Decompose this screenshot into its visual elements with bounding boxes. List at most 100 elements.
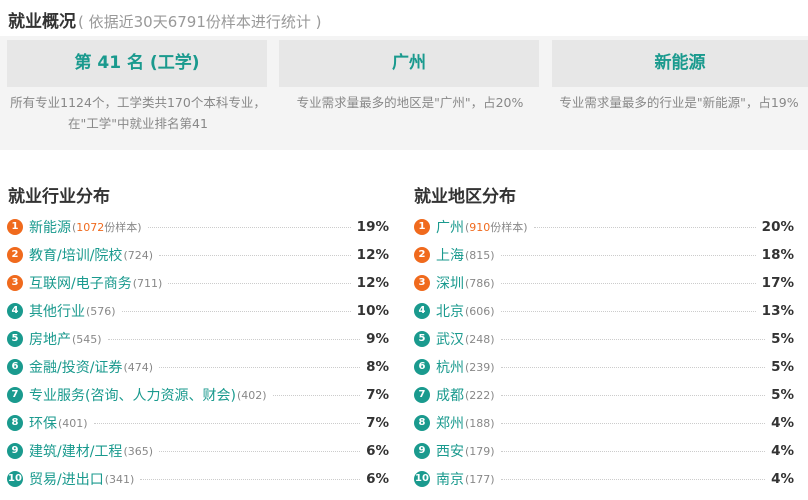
summary-panel: 第 41 名 (工学) 广州 新能源 所有专业1124个，工学类共170个本科专… [0,36,808,150]
region-item: 1 广州 (910份样本) 20% [414,213,794,241]
rank-badge: 5 [7,331,23,347]
region-name-link[interactable]: 武汉 [436,329,464,349]
region-name-link[interactable]: 北京 [436,301,464,321]
industry-item: 1 新能源 (1072份样本) 19% [7,213,389,241]
region-item: 4 北京 (606) 13% [414,297,794,325]
sample-count: (724) [123,248,154,262]
industry-item: 3 互联网/电子商务 (711) 12% [7,269,389,297]
region-name-link[interactable]: 郑州 [436,413,464,433]
rank-badge: 6 [414,359,430,375]
industry-item: 6 金融/投资/证券 (474) 8% [7,353,389,381]
dotted-leader [168,282,351,284]
sample-count: (401) [58,416,88,430]
dotted-leader [500,282,756,284]
rank-badge: 9 [7,443,23,459]
region-item: 5 武汉 (248) 5% [414,325,794,353]
sample-count: (786) [465,276,495,290]
sample-count: (402) [236,388,267,402]
sample-count: (179) [465,444,495,458]
dotted-leader [500,450,766,452]
percentage: 13% [761,303,794,319]
percentage: 6% [366,471,389,487]
region-name-link[interactable]: 成都 [436,385,464,405]
sample-count: (576) [86,304,116,318]
industry-name-link[interactable]: 新能源 [29,217,71,237]
industry-list: 1 新能源 (1072份样本) 19% 2 教育/培训/院校 (724) 12% 3 互联网/电子… [7,213,389,493]
summary-card-rank: 第 41 名 (工学) [7,40,267,87]
rank-badge: 2 [414,247,430,263]
industry-name-link[interactable]: 金融/投资/证券 [29,357,122,377]
region-item: 6 杭州 (239) 5% [414,353,794,381]
sample-count: (365) [123,444,154,458]
dotted-leader [500,338,766,340]
industry-item: 2 教育/培训/院校 (724) 12% [7,241,389,269]
industry-name-link[interactable]: 贸易/进出口 [29,469,104,489]
sample-count: (239) [465,360,495,374]
dotted-leader [500,366,766,368]
sample-count-number: 1072 [76,221,105,234]
region-name-link[interactable]: 广州 [436,217,464,237]
sample-count: (545) [72,332,102,346]
industry-name-link[interactable]: 互联网/电子商务 [29,273,132,293]
industry-name-link[interactable]: 其他行业 [29,301,85,321]
region-name-link[interactable]: 西安 [436,441,464,461]
dotted-leader [140,478,361,480]
industry-name-link[interactable]: 建筑/建材/工程 [29,441,122,461]
percentage: 5% [771,359,794,375]
rank-badge: 3 [414,275,430,291]
summary-desc-region: 专业需求量最多的地区是"广州"，占20% [296,95,524,110]
percentage: 8% [366,359,389,375]
region-item: 8 郑州 (188) 4% [414,409,794,437]
region-name-link[interactable]: 杭州 [436,357,464,377]
dotted-leader [500,310,756,312]
percentage: 20% [761,219,794,235]
industry-name-link[interactable]: 环保 [29,413,57,433]
dotted-leader [93,422,361,424]
rank-badge: 10 [414,471,430,487]
industry-item: 5 房地产 (545) 9% [7,325,389,353]
industry-item: 8 环保 (401) 7% [7,409,389,437]
rank-badge: 5 [414,331,430,347]
percentage: 4% [771,471,794,487]
percentage: 17% [761,275,794,291]
region-item: 3 深圳 (786) 17% [414,269,794,297]
rank-badge: 3 [7,275,23,291]
sample-count-suffix: 份样本 [490,221,524,234]
summary-desc-industry: 专业需求量最多的行业是"新能源"，占19% [559,95,799,110]
rank-badge: 8 [7,415,23,431]
industry-name-link[interactable]: 教育/培训/院校 [29,245,122,265]
industry-name-link[interactable]: 专业服务(咨询、人力资源、财会) [29,385,236,405]
industry-name-link[interactable]: 房地产 [29,329,71,349]
percentage: 5% [771,387,794,403]
industry-item: 10 贸易/进出口 (341) 6% [7,465,389,493]
rank-badge: 7 [7,387,23,403]
region-name-link[interactable]: 深圳 [436,273,464,293]
rank-badge: 7 [414,387,430,403]
region-item: 7 成都 (222) 5% [414,381,794,409]
sample-count: (341) [104,472,135,486]
region-name-link[interactable]: 南京 [436,469,464,489]
sample-count: (177) [465,472,495,486]
rank-badge: 9 [414,443,430,459]
page-title: 就业概况 [8,12,76,32]
sample-count: (188) [465,416,495,430]
sample-count: (1072份样本) [72,221,142,234]
dotted-leader [500,422,766,424]
percentage: 9% [366,331,389,347]
dotted-leader [147,226,351,228]
dotted-leader [500,478,766,480]
sample-count-suffix: 份样本 [104,221,138,234]
rank-badge: 2 [7,247,23,263]
sample-count: (222) [465,388,495,402]
region-name-link[interactable]: 上海 [436,245,464,265]
dotted-leader [107,338,361,340]
rank-badge: 6 [7,359,23,375]
percentage: 4% [771,415,794,431]
industry-item: 7 专业服务(咨询、人力资源、财会) (402) 7% [7,381,389,409]
percentage: 10% [356,303,389,319]
sample-count: (815) [465,248,495,262]
region-list: 1 广州 (910份样本) 20% 2 上海 (815) 18% 3 深圳 (786) 17% 4 北京(… [414,213,794,493]
dotted-leader [500,254,756,256]
percentage: 5% [771,331,794,347]
region-item: 9 西安 (179) 4% [414,437,794,465]
